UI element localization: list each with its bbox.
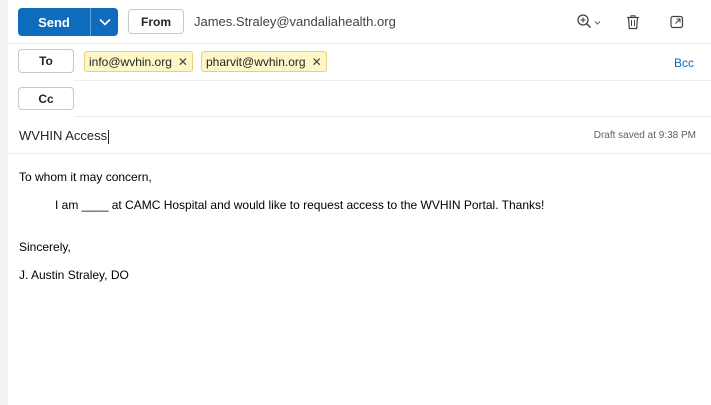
divider [74,116,711,117]
chevron-down-icon [98,18,111,26]
to-button[interactable]: To [18,49,74,73]
recipient-address: info@wvhin.org [89,54,172,69]
compose-panel: Send From James.Straley@vandaliahealth.o… [8,0,711,405]
recipient-address: pharvit@wvhin.org [206,54,306,69]
close-icon[interactable]: ✕ [312,55,322,69]
text-caret [108,129,110,144]
recipient-chip[interactable]: pharvit@wvhin.org ✕ [201,51,327,72]
subject-field[interactable]: WVHIN Access [19,128,110,144]
close-icon[interactable]: ✕ [178,55,188,69]
from-address: James.Straley@vandaliahealth.org [194,14,396,29]
send-options-button[interactable] [91,8,118,36]
cc-button[interactable]: Cc [18,87,74,110]
zoom-button[interactable] [574,12,606,32]
bcc-link[interactable]: Bcc [674,56,694,70]
from-button[interactable]: From [128,9,184,34]
recipient-chip[interactable]: info@wvhin.org ✕ [84,51,193,72]
popout-button[interactable] [668,12,686,32]
discard-button[interactable] [624,12,642,32]
delete-icon [627,15,639,30]
send-button[interactable]: Send [18,8,90,36]
zoom-icon [577,14,601,29]
popout-icon [670,15,684,29]
send-split-button: Send [18,8,118,36]
divider [74,80,711,81]
draft-status: Draft saved at 9:38 PM [593,130,696,141]
divider [8,43,711,44]
subject-text: WVHIN Access [19,128,108,143]
message-body-editor[interactable] [8,154,711,405]
